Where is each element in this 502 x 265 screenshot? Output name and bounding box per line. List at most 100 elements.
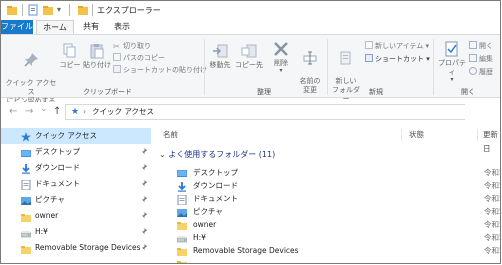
tab-view[interactable]: 表示	[108, 20, 136, 34]
paste-shortcut-button[interactable]: ショートカットの貼り付け	[113, 65, 207, 75]
delete-label: 削除	[274, 59, 288, 67]
open-group-label: 開く	[461, 88, 475, 96]
column-separator[interactable]	[477, 129, 478, 141]
nav-item[interactable]: ドキュメント	[1, 176, 151, 192]
history-icon	[469, 67, 477, 75]
tab-share[interactable]: 共有	[77, 20, 105, 34]
copy-path-button[interactable]: パスのコピー	[113, 53, 165, 63]
folder-icon	[21, 244, 31, 254]
list-item[interactable]: owner 令和5	[159, 218, 500, 231]
list-item[interactable]: ピクチャ 令和5	[159, 205, 500, 218]
move-to-label: 移動先	[209, 61, 231, 69]
new-folder-label: 新しい フォルダー	[332, 77, 360, 103]
column-separator[interactable]	[401, 129, 402, 141]
paste-label: 貼り付け	[83, 61, 111, 69]
navigation-pane: クイック アクセス デスクトップ ダウンロード ドキュメント ピクチャ owner H:¥ R…	[1, 128, 151, 263]
column-header-name[interactable]: 名前	[163, 128, 178, 142]
pin-quick-access-button[interactable]: クイック アクセス にピン留めする	[3, 43, 59, 106]
new-folder-quick-icon[interactable]	[42, 4, 54, 16]
copy-to-button[interactable]: コピー先	[235, 43, 263, 70]
delete-button[interactable]: 削除 ▾	[269, 41, 293, 74]
copy-path-icon	[113, 53, 121, 61]
rename-icon	[303, 51, 317, 65]
nav-item[interactable]: Removable Storage Devices	[1, 240, 151, 256]
pictures-icon	[177, 208, 187, 217]
ribbon-group-separator	[433, 39, 434, 95]
open-button[interactable]: 開く	[469, 41, 493, 51]
properties-button[interactable]: プロパティ ▾	[435, 41, 469, 83]
list-item[interactable]: Removable Storage Devices 令和5	[159, 244, 500, 257]
pin-icon	[141, 240, 148, 257]
nav-item[interactable]: クイック アクセス	[1, 128, 151, 144]
nav-item[interactable]: owner	[1, 208, 151, 224]
shortcut-dropdown-icon: ▾	[424, 55, 430, 63]
new-item-icon	[365, 41, 373, 49]
copy-label: コピー	[59, 61, 81, 69]
content-pane: 名前 状態 更新日 ⌄ よく使用するフォルダー (11) デスクトップ令和5ダウ…	[159, 128, 500, 263]
nav-item[interactable]: ダウンロード	[1, 160, 151, 176]
breadcrumb-separator-icon: ›	[83, 107, 86, 116]
list-item-date: 令和5	[484, 207, 500, 216]
pin-icon	[141, 176, 148, 193]
nav-item[interactable]: デスクトップ	[1, 144, 151, 160]
pin-icon	[141, 224, 148, 241]
group-header-label: よく使用するフォルダー (11)	[168, 150, 276, 159]
properties-dropdown-icon[interactable]: ▾	[435, 77, 469, 83]
cut-button[interactable]: ✂ 切り取り	[113, 41, 151, 51]
open-icon	[469, 41, 477, 49]
ribbon-tabs: ファイル ホーム 共有 表示	[1, 20, 500, 34]
nav-item[interactable]: ピクチャ	[1, 192, 151, 208]
app-folder-icon	[7, 6, 17, 15]
up-button[interactable]: ↑	[53, 106, 61, 117]
paste-button[interactable]: 貼り付け	[83, 43, 111, 70]
breadcrumb-quick-access[interactable]: クイック アクセス	[92, 105, 154, 119]
list-item[interactable]: ドキュメント 令和5	[159, 192, 500, 206]
download-icon	[21, 164, 31, 174]
tab-home[interactable]: ホーム	[36, 20, 74, 34]
new-folder-button[interactable]: 新しい フォルダー	[329, 41, 363, 104]
list-item-date: 令和5	[484, 246, 500, 255]
back-button[interactable]: ←	[9, 106, 17, 117]
group-header-frequent-folders[interactable]: ⌄ よく使用するフォルダー (11)	[159, 148, 275, 162]
properties-quick-icon[interactable]	[27, 4, 39, 16]
paste-icon	[90, 44, 104, 59]
pin-icon	[141, 160, 148, 177]
document-icon	[177, 194, 187, 206]
title-separator	[92, 4, 93, 16]
address-location-icon: ★	[71, 107, 80, 117]
shortcut-button[interactable]: ショートカット ▾	[365, 54, 430, 64]
folder-icon	[21, 212, 31, 222]
list-item[interactable]	[159, 257, 500, 263]
column-header-date[interactable]: 更新日	[483, 128, 500, 153]
forward-button[interactable]: →	[25, 106, 33, 117]
list-item-label: デスクトップ	[193, 168, 238, 177]
edit-label: 編集	[479, 55, 493, 63]
delete-icon	[274, 42, 288, 56]
list-item[interactable]: H:¥ 令和5	[159, 231, 500, 244]
column-header-status[interactable]: 状態	[409, 128, 424, 142]
rename-button[interactable]: 名前の 変更	[295, 41, 325, 95]
list-item-label: ピクチャ	[193, 207, 223, 216]
clipboard-group-label: クリップボード	[83, 88, 132, 96]
download-icon	[177, 182, 187, 192]
list-item[interactable]: デスクトップ 令和5	[159, 166, 500, 179]
new-group-label: 新規	[369, 88, 383, 96]
delete-dropdown-icon[interactable]: ▾	[269, 68, 293, 74]
history-button[interactable]: 履歴	[469, 67, 493, 77]
new-folder-icon	[340, 51, 351, 65]
properties-label: プロパティ	[438, 59, 466, 76]
list-item-date: 令和5	[484, 194, 500, 203]
new-item-button[interactable]: 新しいアイテム ▾	[365, 41, 429, 51]
title-separator	[69, 4, 70, 16]
move-to-button[interactable]: 移動先	[207, 43, 233, 70]
customize-quick-access-icon[interactable]: ▾	[57, 5, 69, 17]
list-item[interactable]: ダウンロード 令和5	[159, 179, 500, 192]
open-label: 開く	[479, 42, 493, 50]
recent-locations-button[interactable]: ⌄	[40, 104, 48, 114]
tab-file[interactable]: ファイル	[1, 20, 33, 34]
nav-item[interactable]: H:¥	[1, 224, 151, 240]
copy-button[interactable]: コピー	[59, 43, 81, 70]
new-item-label: 新しいアイテム	[375, 42, 424, 50]
edit-button[interactable]: 編集	[469, 54, 493, 64]
collapse-chevron-icon[interactable]: ⌄	[159, 150, 168, 159]
